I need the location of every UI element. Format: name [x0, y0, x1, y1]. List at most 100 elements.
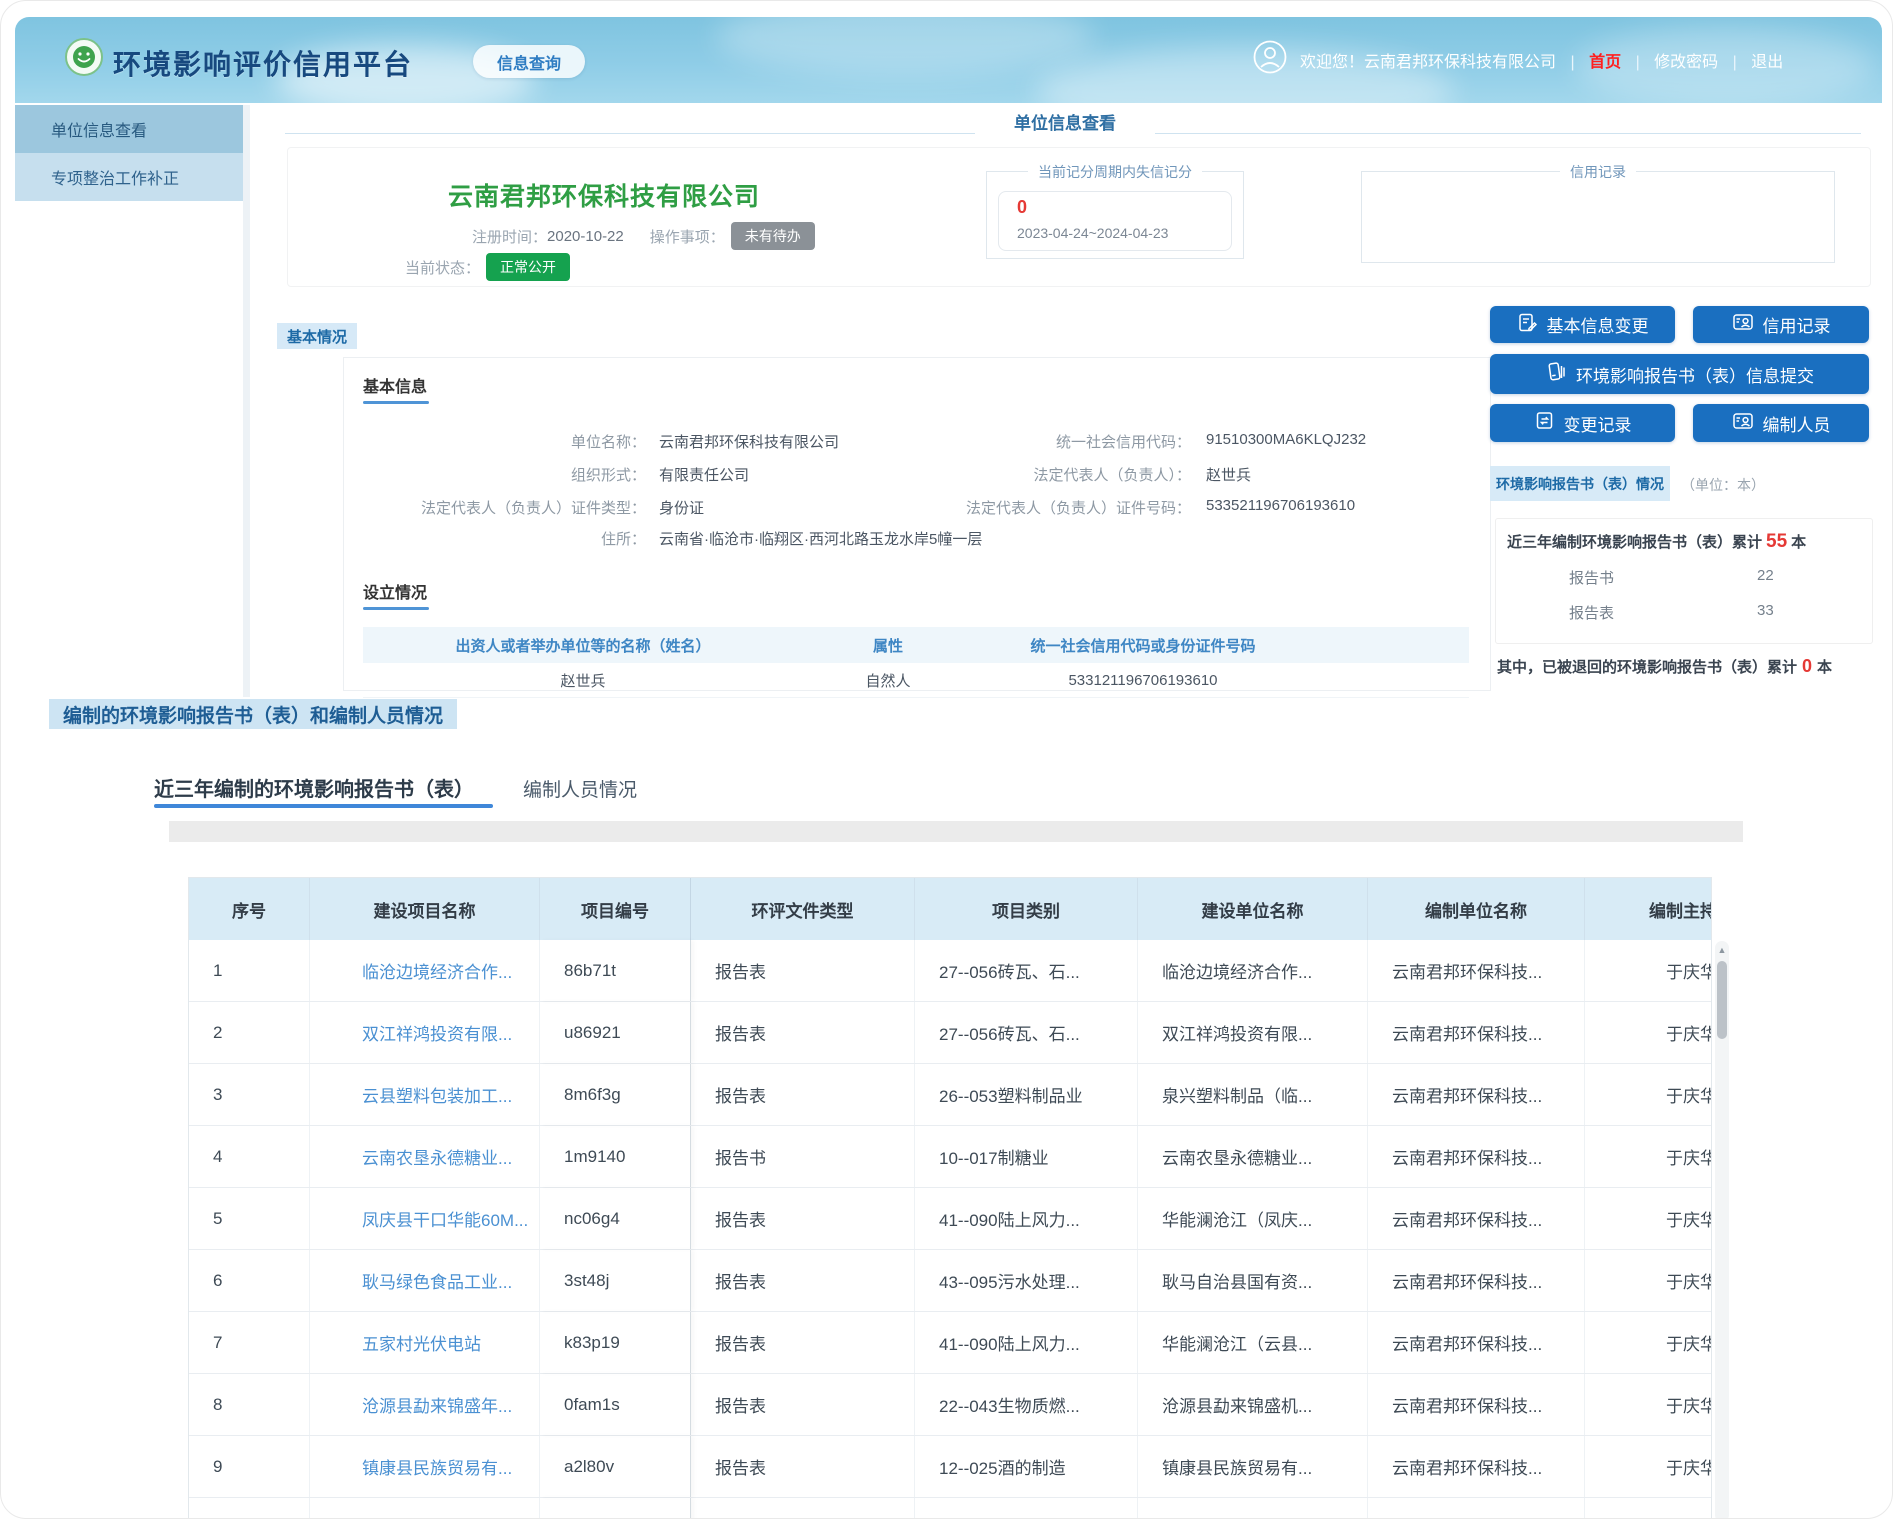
table-cell: 沧源县勐来锦盛机... — [1138, 1374, 1368, 1435]
table-cell: 1 — [189, 940, 310, 1001]
tab-staff-info[interactable]: 编制人员情况 — [523, 775, 637, 802]
scroll-up-arrow-icon[interactable]: ▲ — [1715, 943, 1729, 957]
table-cell: 22--043生物质燃... — [915, 1374, 1138, 1435]
table-cell — [691, 1498, 915, 1519]
document-sync-icon — [1534, 410, 1555, 436]
table-cell: 86b71t — [540, 940, 691, 1001]
sidebar-item-unit-info[interactable]: 单位信息查看 — [15, 105, 243, 153]
table-cell: 3st48j — [540, 1250, 691, 1311]
table-cell: k83p19 — [540, 1312, 691, 1373]
nav-home-link[interactable]: 首页 — [1589, 54, 1621, 71]
cloud-decoration — [715, 17, 1095, 77]
table-row: 8沧源县勐来锦盛年...0fam1s报告表22--043生物质燃...沧源县勐来… — [189, 1374, 1712, 1436]
table-row: 5凤庆县干口华能60M...nc06g4报告表41--090陆上风力...华能澜… — [189, 1188, 1712, 1250]
table-cell: 于庆华 — [1585, 1250, 1712, 1311]
register-line: 注册时间： 2020-10-22 操作事项： 未有待办 — [472, 222, 815, 250]
info-query-button[interactable]: 信息查询 — [473, 45, 585, 78]
project-name-link[interactable]: 云南农垦永德糖业... — [310, 1126, 540, 1187]
project-name-link[interactable]: 五家村光伏电站 — [310, 1312, 540, 1373]
setup-investor-value: 赵世兵 — [363, 670, 803, 691]
table-cell: 0fam1s — [540, 1374, 691, 1435]
report-stats-total: 近三年编制环境影响报告书（表）累计55本 — [1507, 531, 1806, 553]
table-cell: 报告表 — [691, 1064, 915, 1125]
table-cell: 云南君邦环保科技... — [1368, 1126, 1585, 1187]
unit-name-label: 单位名称： — [381, 431, 646, 452]
table-cell: 云南农垦永德糖业... — [1138, 1126, 1368, 1187]
table-cell — [189, 1498, 310, 1519]
report-stats-returned: 其中，已被退回的环境影响报告书（表）累计0本 — [1497, 656, 1832, 677]
table-cell: 华能澜沧江（云县... — [1138, 1312, 1368, 1373]
org-form-label: 组织形式： — [381, 464, 646, 485]
table-cell: 耿马自治县国有资... — [1138, 1250, 1368, 1311]
tab-setup-info[interactable]: 设立情况 — [363, 579, 427, 603]
report-stats-title: 环境影响报告书（表）情况 — [1490, 466, 1670, 501]
table-cell: 报告表 — [691, 1312, 915, 1373]
table-cell: 27--056砖瓦、石... — [915, 1002, 1138, 1063]
operation-label: 操作事项： — [650, 226, 725, 247]
id-type-label: 法定代表人（负责人）证件类型： — [381, 497, 646, 518]
table-row: 7五家村光伏电站k83p19报告表41--090陆上风力...华能澜沧江（云县.… — [189, 1312, 1712, 1374]
table-cell: 云南君邦环保科技... — [1368, 1436, 1585, 1497]
table-cell: 8m6f3g — [540, 1064, 691, 1125]
score-panel-legend: 当前记分周期内失信记分 — [1028, 162, 1202, 182]
table-cell: 云南君邦环保科技... — [1368, 1250, 1585, 1311]
project-name-link[interactable]: 镇康县民族贸易有... — [310, 1436, 540, 1497]
legal-person-label: 法定代表人（负责人）： — [891, 464, 1191, 485]
id-card-person-icon — [1732, 312, 1754, 337]
table-cell: 3 — [189, 1064, 310, 1125]
nav-separator: | — [1570, 54, 1574, 71]
tab-basic-info[interactable]: 基本信息 — [363, 373, 427, 397]
project-name-link[interactable]: 双江祥鸿投资有限... — [310, 1002, 540, 1063]
project-name-link[interactable]: 云县塑料包装加工... — [310, 1064, 540, 1125]
change-record-button[interactable]: 变更记录 — [1490, 404, 1675, 442]
table-cell: 8 — [189, 1374, 310, 1435]
basic-section-label: 基本情况 — [277, 323, 357, 349]
credit-record-button[interactable]: 信用记录 — [1693, 306, 1869, 343]
stat-report-form-label: 报告表 — [1569, 602, 1614, 623]
register-date: 2020-10-22 — [547, 228, 624, 245]
credit-record-label: 信用记录 — [1763, 312, 1831, 337]
tab-recent-reports-underline — [154, 804, 493, 808]
tab-recent-reports[interactable]: 近三年编制的环境影响报告书（表） — [154, 773, 474, 802]
column-header-7: 编制单位名称 — [1368, 878, 1585, 940]
table-cell: 于庆华 — [1585, 940, 1712, 1001]
mobile-upload-icon — [1545, 361, 1567, 388]
reports-table: 序号建设项目名称项目编号环评文件类型项目类别建设单位名称编制单位名称编制主持人 … — [188, 877, 1712, 1519]
report-info-submit-button[interactable]: 环境影响报告书（表）信息提交 — [1490, 354, 1869, 394]
basic-info-change-button[interactable]: 基本信息变更 — [1490, 306, 1675, 343]
table-row: 6耿马绿色食品工业...3st48j报告表43--095污水处理...耿马自治县… — [189, 1250, 1712, 1312]
project-name-link[interactable]: 临沧边境经济合作... — [310, 940, 540, 1001]
status-label: 当前状态： — [405, 257, 480, 278]
table-cell: 41--090陆上风力... — [915, 1188, 1138, 1249]
nav-logout-link[interactable]: 退出 — [1751, 54, 1783, 71]
table-row: 1临沧边境经济合作...86b71t报告表27--056砖瓦、石...临沧边境经… — [189, 940, 1712, 1002]
nav-change-password-link[interactable]: 修改密码 — [1654, 54, 1718, 71]
table-cell: 报告表 — [691, 1250, 915, 1311]
id-type-value: 身份证 — [659, 497, 704, 518]
total-value: 55 — [1766, 531, 1787, 552]
table-cell: 6 — [189, 1250, 310, 1311]
table-cell: 于庆华 — [1585, 1312, 1712, 1373]
table-cell: 云南君邦环保科技... — [1368, 940, 1585, 1001]
table-scrollbar-thumb[interactable] — [1717, 961, 1727, 1039]
project-name-link[interactable]: 凤庆县干口华能60M... — [310, 1188, 540, 1249]
table-cell — [915, 1498, 1138, 1519]
table-cell: 云南君邦环保科技... — [1368, 1064, 1585, 1125]
report-stats-unit-note: （单位：本） — [1681, 475, 1765, 495]
setup-col-id: 统一社会信用代码或身份证件号码 — [973, 635, 1313, 656]
sidebar-item-special-rectification[interactable]: 专项整治工作补正 — [15, 153, 243, 201]
user-icon — [1253, 40, 1287, 74]
nav-separator: | — [1636, 54, 1640, 71]
table-cell: 云南君邦环保科技... — [1368, 1002, 1585, 1063]
table-cell: 于庆华 — [1585, 1126, 1712, 1187]
page-title: 单位信息查看 — [985, 109, 1145, 134]
reports-table-body: 1临沧边境经济合作...86b71t报告表27--056砖瓦、石...临沧边境经… — [189, 940, 1711, 1519]
welcome-text: 欢迎您！ — [1300, 54, 1364, 71]
project-name-link[interactable]: 沧源县勐来锦盛年... — [310, 1374, 540, 1435]
table-cell: 报告表 — [691, 1188, 915, 1249]
stat-report-book-value: 22 — [1757, 567, 1774, 584]
project-name-link[interactable]: 耿马绿色食品工业... — [310, 1250, 540, 1311]
table-cell: 4 — [189, 1126, 310, 1187]
staff-button[interactable]: 编制人员 — [1693, 404, 1869, 442]
table-cell: nc06g4 — [540, 1188, 691, 1249]
